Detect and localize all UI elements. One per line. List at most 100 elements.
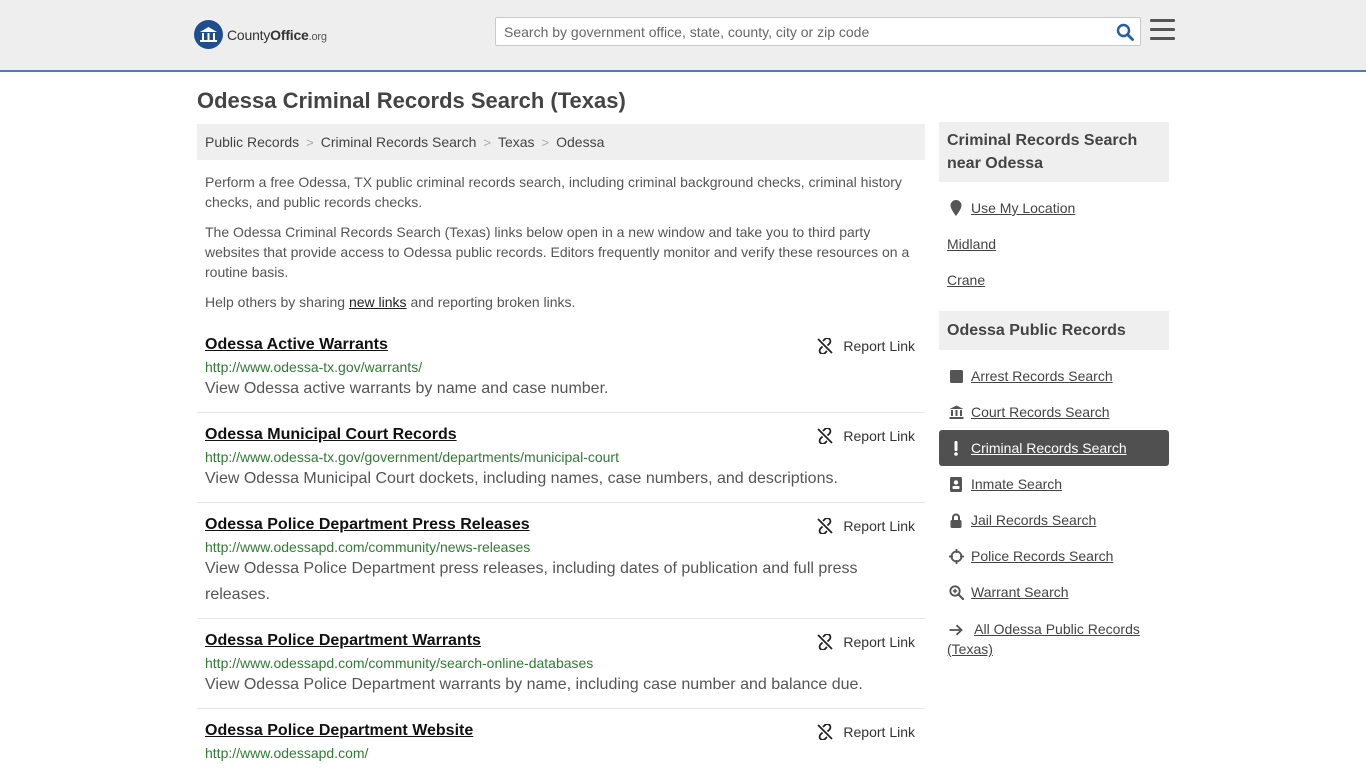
report-link-button[interactable]: Report Link	[817, 518, 915, 534]
all-public-records-link[interactable]: All Odessa Public Records (Texas)	[947, 621, 1140, 657]
arrest-records-link[interactable]: Arrest Records Search	[971, 368, 1113, 384]
crane-link[interactable]: Crane	[947, 272, 985, 288]
record-item: Odessa Police Department Website http://…	[197, 709, 925, 768]
broken-link-icon	[817, 518, 834, 534]
logo[interactable]: CountyOffice.org	[194, 20, 327, 49]
record-title-link[interactable]: Odessa Police Department Warrants	[205, 630, 481, 652]
sidebar-item-arrest-records[interactable]: Arrest Records Search	[939, 358, 1169, 394]
record-title-link[interactable]: Odessa Police Department Press Releases	[205, 514, 530, 536]
police-records-link[interactable]: Police Records Search	[971, 548, 1113, 564]
logo-text: CountyOffice.org	[227, 27, 327, 43]
record-description: View Odessa Police Department warrants b…	[205, 676, 863, 693]
broken-link-icon	[817, 724, 834, 740]
court-records-link[interactable]: Court Records Search	[971, 404, 1110, 420]
intro-text: Perform a free Odessa, TX public crimina…	[197, 172, 925, 312]
broken-link-icon	[817, 338, 834, 354]
breadcrumb-texas[interactable]: Texas	[498, 134, 535, 150]
menu-bar	[1150, 37, 1175, 40]
magnifier-plus-icon	[947, 584, 965, 600]
search-input[interactable]	[496, 18, 1096, 45]
logo-text-tld: .org	[308, 30, 327, 43]
breadcrumb-separator: >	[483, 134, 491, 150]
sidebar-item-all-public-records[interactable]: All Odessa Public Records (Texas)	[939, 610, 1169, 659]
report-link-label: Report Link	[843, 724, 915, 740]
intro-paragraph-3: Help others by sharing new links and rep…	[205, 292, 917, 312]
record-url[interactable]: http://www.odessapd.com/community/news-r…	[205, 538, 917, 556]
record-url[interactable]: http://www.odessa-tx.gov/warrants/	[205, 358, 917, 376]
breadcrumb-public-records[interactable]: Public Records	[205, 134, 299, 150]
logo-badge-icon	[194, 20, 223, 49]
new-links-link[interactable]: new links	[349, 294, 407, 310]
record-description: View Odessa Municipal Court dockets, inc…	[205, 470, 838, 487]
record-description: View Odessa active warrants by name and …	[205, 380, 609, 397]
page-title: Odessa Criminal Records Search (Texas)	[197, 88, 626, 113]
record-item: Odessa Police Department Warrants http:/…	[197, 619, 925, 709]
id-badge-icon	[947, 476, 965, 492]
site-header: CountyOffice.org	[0, 0, 1366, 72]
public-records-heading: Odessa Public Records	[939, 311, 1169, 350]
report-link-button[interactable]: Report Link	[817, 338, 915, 354]
jail-records-link[interactable]: Jail Records Search	[971, 512, 1096, 528]
hamburger-menu-icon[interactable]	[1150, 19, 1175, 42]
record-description: View Odessa Police Department press rele…	[205, 560, 858, 603]
breadcrumb-criminal-records[interactable]: Criminal Records Search	[321, 134, 477, 150]
breadcrumb-separator: >	[306, 134, 314, 150]
criminal-records-link[interactable]: Criminal Records Search	[971, 440, 1127, 456]
intro-paragraph-1: Perform a free Odessa, TX public crimina…	[205, 174, 902, 210]
breadcrumb-odessa[interactable]: Odessa	[556, 134, 604, 150]
intro-p3-before: Help others by sharing	[205, 294, 349, 310]
inmate-search-link[interactable]: Inmate Search	[971, 476, 1062, 492]
nearby-list: Use My Location Midland Crane	[939, 182, 1169, 298]
sidebar-item-court-records[interactable]: Court Records Search	[939, 394, 1169, 430]
report-link-button[interactable]: Report Link	[817, 428, 915, 444]
report-link-label: Report Link	[843, 518, 915, 534]
courthouse-icon	[947, 404, 965, 420]
report-link-label: Report Link	[843, 338, 915, 354]
sidebar-item-midland[interactable]: Midland	[939, 226, 1169, 262]
public-records-list: Arrest Records Search Court Records Sear…	[939, 350, 1169, 659]
report-link-button[interactable]: Report Link	[817, 724, 915, 740]
menu-bar	[1150, 28, 1175, 31]
records-list: Odessa Active Warrants http://www.odessa…	[197, 330, 925, 768]
search-icon[interactable]	[1116, 23, 1134, 41]
warrant-search-link[interactable]: Warrant Search	[971, 584, 1069, 600]
record-title-link[interactable]: Odessa Municipal Court Records	[205, 424, 457, 446]
main-content: Public Records > Criminal Records Search…	[197, 124, 925, 768]
use-my-location-link[interactable]: Use My Location	[971, 200, 1075, 216]
record-item: Odessa Police Department Press Releases …	[197, 503, 925, 619]
sidebar-item-use-my-location[interactable]: Use My Location	[939, 190, 1169, 226]
intro-paragraph-2: The Odessa Criminal Records Search (Texa…	[205, 224, 910, 280]
crosshair-icon	[947, 548, 965, 564]
report-link-button[interactable]: Report Link	[817, 634, 915, 650]
record-url[interactable]: http://www.odessa-tx.gov/government/depa…	[205, 448, 917, 466]
sidebar-item-inmate-search[interactable]: Inmate Search	[939, 466, 1169, 502]
record-item: Odessa Active Warrants http://www.odessa…	[197, 330, 925, 413]
location-pin-icon	[947, 200, 965, 216]
midland-link[interactable]: Midland	[947, 236, 996, 252]
record-url[interactable]: http://www.odessapd.com/	[205, 744, 917, 762]
record-title-link[interactable]: Odessa Police Department Website	[205, 720, 473, 742]
sidebar: Criminal Records Search near Odessa Use …	[939, 122, 1169, 659]
arrow-right-icon	[947, 622, 965, 638]
record-title-link[interactable]: Odessa Active Warrants	[205, 334, 388, 356]
broken-link-icon	[817, 634, 834, 650]
broken-link-icon	[817, 428, 834, 444]
logo-text-main: County	[227, 26, 271, 43]
menu-bar	[1150, 19, 1175, 22]
exclamation-icon	[947, 440, 965, 456]
report-link-label: Report Link	[843, 634, 915, 650]
logo-text-bold: Office	[270, 26, 309, 43]
record-item: Odessa Municipal Court Records http://ww…	[197, 413, 925, 503]
sidebar-item-crane[interactable]: Crane	[939, 262, 1169, 298]
sidebar-item-warrant-search[interactable]: Warrant Search	[939, 574, 1169, 610]
report-link-label: Report Link	[843, 428, 915, 444]
breadcrumb: Public Records > Criminal Records Search…	[197, 124, 925, 160]
intro-p3-after: and reporting broken links.	[406, 294, 576, 310]
nearby-heading: Criminal Records Search near Odessa	[939, 122, 1169, 182]
sidebar-item-criminal-records[interactable]: Criminal Records Search	[939, 430, 1169, 466]
sidebar-item-jail-records[interactable]: Jail Records Search	[939, 502, 1169, 538]
sidebar-item-police-records[interactable]: Police Records Search	[939, 538, 1169, 574]
lock-icon	[947, 512, 965, 528]
square-icon	[947, 368, 965, 384]
record-url[interactable]: http://www.odessapd.com/community/search…	[205, 654, 917, 672]
